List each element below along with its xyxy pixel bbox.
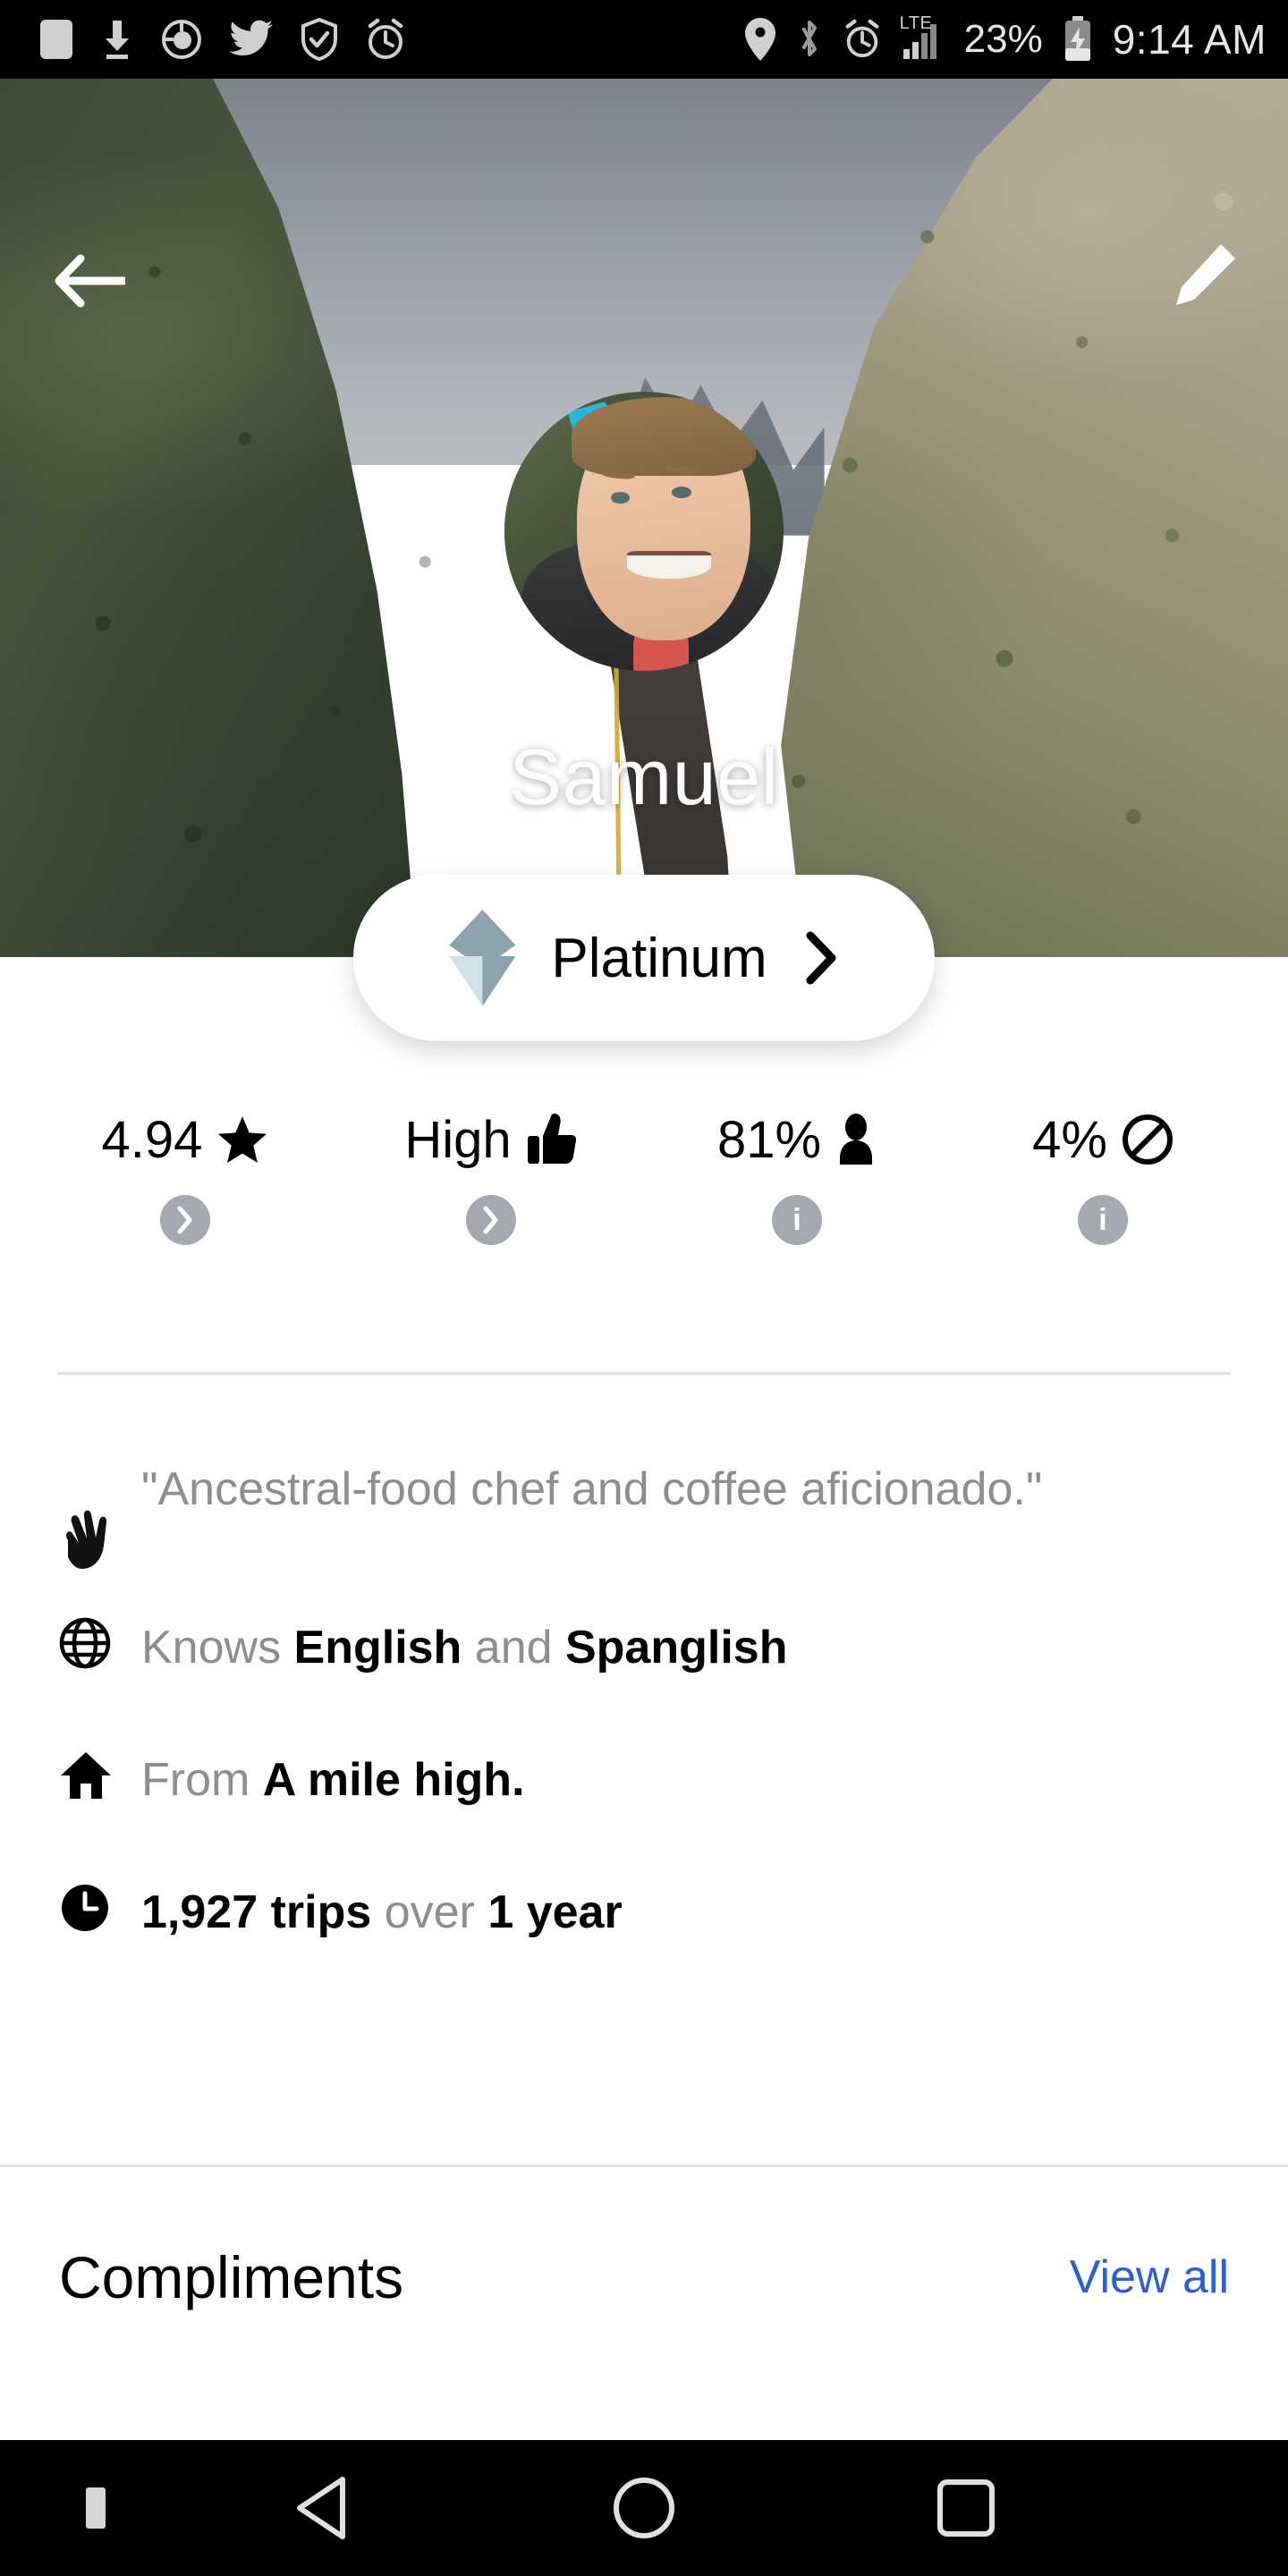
divider-compliments: [0, 2165, 1288, 2167]
languages-prefix: Knows: [141, 1622, 294, 1674]
info-icon: i: [792, 1202, 801, 1237]
network-type-label: LTE: [899, 13, 933, 33]
arrow-left-icon: [55, 254, 125, 308]
trips-text: 1,927 trips over 1 year: [141, 1882, 623, 1944]
clock-icon: [59, 1882, 141, 1934]
trips-middle: over: [371, 1886, 488, 1938]
language-primary: English: [293, 1622, 462, 1674]
stat-acceptance-value: 81%: [716, 1110, 822, 1169]
page-title: Samuel: [509, 733, 779, 821]
stat-cancellation-value-group: 4%: [1032, 1106, 1174, 1174]
triangle-back-icon: [297, 2477, 345, 2539]
home-icon: [59, 1750, 141, 1801]
bluetooth-icon: [796, 18, 823, 61]
nav-back-button[interactable]: [268, 2454, 376, 2562]
signal-strength-icon: LTE: [900, 13, 945, 60]
compliments-section-header: Compliments View all: [0, 2243, 1288, 2311]
info-icon: i: [1098, 1202, 1107, 1237]
status-bar-right-icons: LTE 23% 9:14 AM: [744, 13, 1267, 64]
battery-charging-icon: [1063, 16, 1093, 63]
bio-text: "Ancestral-food chef and coffee aficiona…: [141, 1463, 1043, 1515]
circle-home-icon: [614, 2478, 674, 2538]
shield-check-icon: [301, 18, 338, 61]
android-nav-bar: [0, 2440, 1288, 2576]
back-button[interactable]: [47, 238, 132, 324]
clock-label: 9:14 AM: [1112, 16, 1267, 63]
avatar-smile: [627, 550, 711, 580]
trips-count: 1,927 trips: [141, 1886, 372, 1938]
languages-text: Knows English and Spanglish: [141, 1617, 787, 1679]
stat-compliment-level[interactable]: High: [338, 1106, 644, 1245]
avatar-eye-right: [672, 487, 692, 498]
app-notification-icon: [39, 19, 73, 60]
hometown-value: A mile high.: [262, 1754, 525, 1806]
phone-screen: LTE 23% 9:14 AM Samuel Platinum 4.94 Hig…: [0, 0, 1288, 2576]
nav-indicator-dot: [86, 2487, 106, 2529]
globe-icon: [59, 1617, 141, 1669]
chevron-right-icon: [177, 1206, 192, 1234]
stat-rating-value-group: 4.94: [102, 1106, 269, 1174]
twitter-icon: [229, 20, 274, 59]
info-row-hometown: From A mile high.: [59, 1750, 1229, 1835]
hometown-prefix: From: [141, 1754, 263, 1806]
nav-buttons: [0, 2454, 1288, 2562]
stat-rating-value: 4.94: [101, 1110, 203, 1169]
avatar-hair: [571, 397, 756, 476]
stat-compliment-chevron-button[interactable]: [466, 1195, 516, 1245]
diamond-bottom-shade: [482, 956, 516, 1006]
stat-rating[interactable]: 4.94: [32, 1106, 338, 1245]
pencil-icon: [1176, 244, 1235, 305]
stat-compliment-value-group: High: [404, 1106, 577, 1174]
battery-percent-label: 23%: [963, 17, 1043, 61]
status-bar-left-icons: [39, 18, 406, 61]
square-recents-icon: [937, 2479, 995, 2537]
language-secondary: Spanglish: [564, 1622, 788, 1674]
stat-cancellation-info-button[interactable]: i: [1078, 1195, 1128, 1245]
waving-hand-icon: [59, 1458, 141, 1571]
divider-stats: [57, 1372, 1231, 1375]
sync-circle-icon: [161, 19, 202, 60]
stat-compliment-value: High: [404, 1110, 512, 1169]
stat-cancellation-value: 4%: [1032, 1110, 1107, 1169]
compliments-title: Compliments: [59, 2244, 404, 2310]
alarm-clock-icon: [365, 18, 406, 61]
info-row-bio: "Ancestral-food chef and coffee aficiona…: [59, 1458, 1229, 1571]
languages-middle: and: [462, 1622, 565, 1674]
stat-acceptance-value-group: 81%: [717, 1106, 877, 1174]
trips-duration: 1 year: [487, 1886, 623, 1938]
star-icon: [216, 1114, 268, 1165]
profile-hero: Samuel: [0, 79, 1288, 957]
avatar-eye-left: [610, 492, 631, 504]
avatar[interactable]: [504, 392, 784, 671]
person-icon: [835, 1114, 877, 1165]
hometown-text: From A mile high.: [141, 1750, 525, 1811]
chevron-right-icon: [803, 930, 839, 986]
edit-profile-button[interactable]: [1157, 229, 1250, 322]
compliments-view-all-link[interactable]: View all: [1070, 2250, 1229, 2304]
status-bar: LTE 23% 9:14 AM: [0, 0, 1288, 79]
alarm-clock-icon: [843, 18, 882, 61]
info-row-languages: Knows English and Spanglish: [59, 1617, 1229, 1703]
stats-row: 4.94 High 81% i 4% i: [0, 1106, 1288, 1245]
profile-info-list: "Ancestral-food chef and coffee aficiona…: [0, 1458, 1288, 1968]
nav-recents-button[interactable]: [912, 2454, 1020, 2562]
download-icon: [100, 19, 134, 60]
stat-rating-chevron-button[interactable]: [160, 1195, 210, 1245]
diamond-icon: [449, 910, 516, 1006]
stat-acceptance-rate[interactable]: 81% i: [644, 1106, 950, 1245]
no-entry-icon: [1122, 1114, 1174, 1165]
location-pin-icon: [744, 17, 776, 62]
tier-label: Platinum: [551, 927, 767, 989]
tier-status-button[interactable]: Platinum: [353, 875, 935, 1041]
stat-acceptance-info-button[interactable]: i: [772, 1195, 822, 1245]
stat-cancellation-rate[interactable]: 4% i: [950, 1106, 1256, 1245]
chevron-right-icon: [483, 1206, 498, 1234]
nav-home-button[interactable]: [590, 2454, 698, 2562]
info-row-trips: 1,927 trips over 1 year: [59, 1882, 1229, 1968]
thumbs-up-icon: [526, 1113, 578, 1166]
